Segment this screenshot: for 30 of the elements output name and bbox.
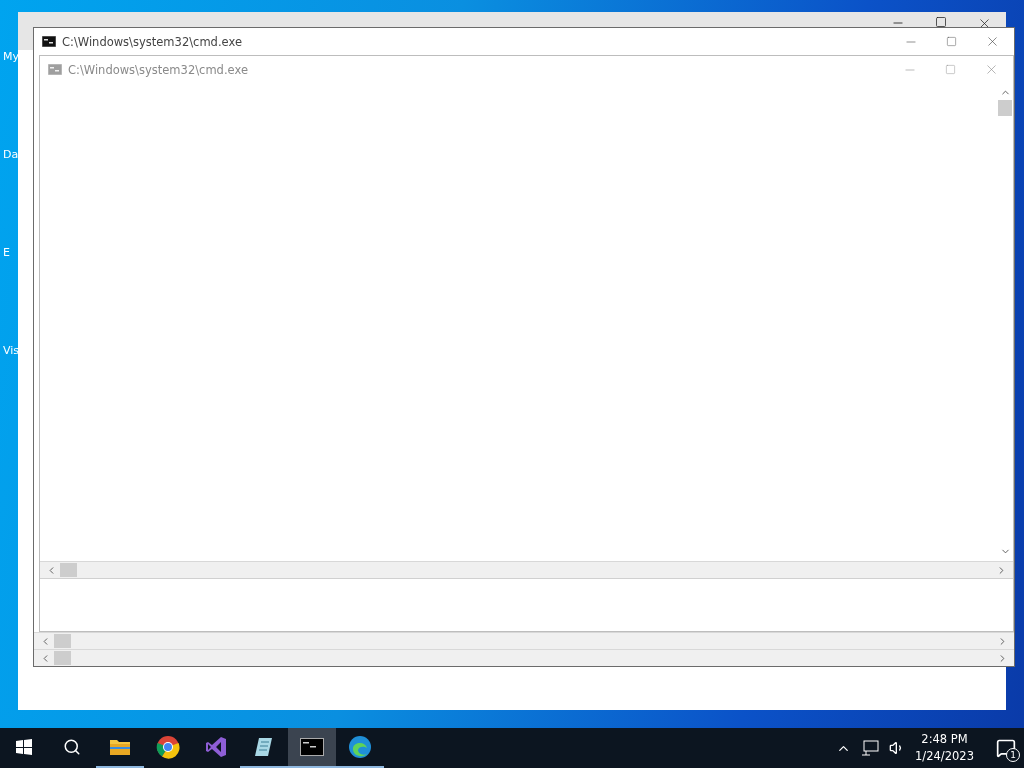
console-icon (300, 738, 324, 756)
desktop-icon-label[interactable]: Da (0, 148, 20, 174)
maximize-icon[interactable] (935, 16, 947, 28)
console-icon (42, 36, 56, 47)
scroll-thumb[interactable] (998, 100, 1012, 116)
horizontal-scrollbar[interactable] (34, 649, 1014, 666)
horizontal-scrollbar[interactable] (34, 632, 1014, 649)
notification-count: 1 (1006, 748, 1020, 762)
browser-icon (156, 735, 180, 759)
folder-icon (109, 738, 131, 756)
console-icon (48, 64, 62, 75)
taskbar-app[interactable] (288, 728, 336, 768)
window-title: C:\Windows\system32\cmd.exe (68, 62, 249, 77)
scroll-thumb[interactable] (54, 651, 71, 665)
clock[interactable]: 2:48 PM 1/24/2023 (915, 731, 974, 765)
search-icon (63, 738, 81, 756)
edge-icon (348, 735, 372, 759)
desktop-icon-label[interactable]: Vis (0, 344, 20, 370)
notification-icon[interactable] (996, 738, 1016, 758)
close-icon[interactable] (985, 34, 1000, 49)
infinity-icon (204, 735, 228, 759)
desktop-icon-label[interactable]: E (0, 246, 20, 272)
window-title: C:\Windows\system32\cmd.exe (62, 34, 243, 49)
desktop-icon-label[interactable]: My (0, 50, 20, 76)
windows-icon (16, 739, 32, 755)
horizontal-scrollbar[interactable] (40, 561, 1013, 578)
scroll-thumb[interactable] (60, 563, 77, 577)
scroll-thumb[interactable] (54, 634, 71, 648)
notepad-icon (253, 736, 275, 758)
network-icon[interactable] (861, 740, 880, 756)
